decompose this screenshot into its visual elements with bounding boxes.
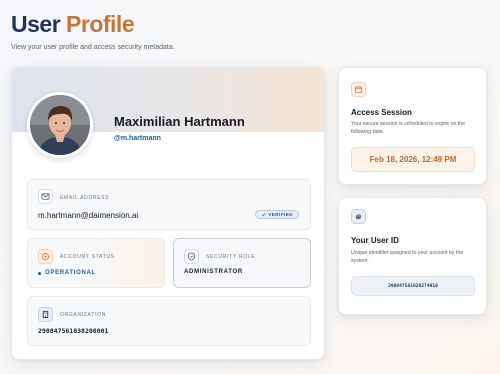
calendar-icon	[351, 82, 366, 97]
fingerprint-icon	[351, 209, 366, 224]
email-section: EMAIL ADDRESS m.hartmann@daimension.ai V…	[27, 179, 311, 230]
organization-section: ORGANIZATION 290847561038200001	[27, 296, 311, 346]
session-description: Your secure session is scheduled to expi…	[351, 121, 466, 135]
account-status-section: ACCOUNT STATUS OPERATIONAL	[27, 238, 165, 288]
building-icon	[38, 307, 53, 322]
session-expiry: Feb 18, 2026, 12:49 PM	[351, 147, 475, 172]
user-id-card: Your User ID Unique identifier assigned …	[338, 197, 487, 315]
profile-card: Maximilian Hartmann @m.hartmann EMAIL AD…	[11, 67, 325, 360]
mail-icon	[38, 189, 53, 204]
verified-label: VERIFIED	[268, 212, 293, 217]
session-title: Access Session	[351, 108, 412, 117]
security-role-label: SECURITY ROLE	[206, 254, 256, 260]
avatar[interactable]	[27, 92, 93, 158]
access-session-card: Access Session Your secure session is sc…	[338, 67, 487, 185]
account-status-label: ACCOUNT STATUS	[60, 254, 115, 260]
verified-badge: VERIFIED	[255, 210, 299, 219]
account-status-row: OPERATIONAL	[38, 270, 96, 276]
organization-value[interactable]: 290847561038200001	[38, 327, 108, 335]
page-title-part1: User	[11, 11, 61, 37]
avatar-photo	[30, 95, 90, 155]
shield-icon	[184, 249, 199, 264]
user-name: Maximilian Hartmann	[114, 114, 245, 129]
page-title: User Profile	[11, 8, 175, 40]
security-role-section: SECURITY ROLE ADMINISTRATOR	[173, 238, 311, 288]
user-id-value[interactable]: 290847561028274910	[351, 276, 475, 296]
status-icon	[38, 249, 53, 264]
email-value[interactable]: m.hartmann@daimension.ai	[38, 211, 138, 220]
organization-label: ORGANIZATION	[60, 312, 107, 318]
email-label: EMAIL ADDRESS	[60, 195, 110, 201]
user-id-title: Your User ID	[351, 236, 399, 245]
account-status-value: OPERATIONAL	[45, 270, 96, 276]
user-handle[interactable]: @m.hartmann	[114, 135, 161, 142]
check-icon	[261, 213, 266, 217]
page-header: User Profile View your user profile and …	[11, 8, 175, 51]
status-dot	[38, 271, 41, 275]
page-title-part2: Profile	[66, 11, 135, 37]
security-role-value: ADMINISTRATOR	[184, 269, 243, 275]
user-id-description: Unique identifier assigned to your accou…	[351, 250, 464, 264]
page-subtitle: View your user profile and access securi…	[11, 44, 175, 51]
